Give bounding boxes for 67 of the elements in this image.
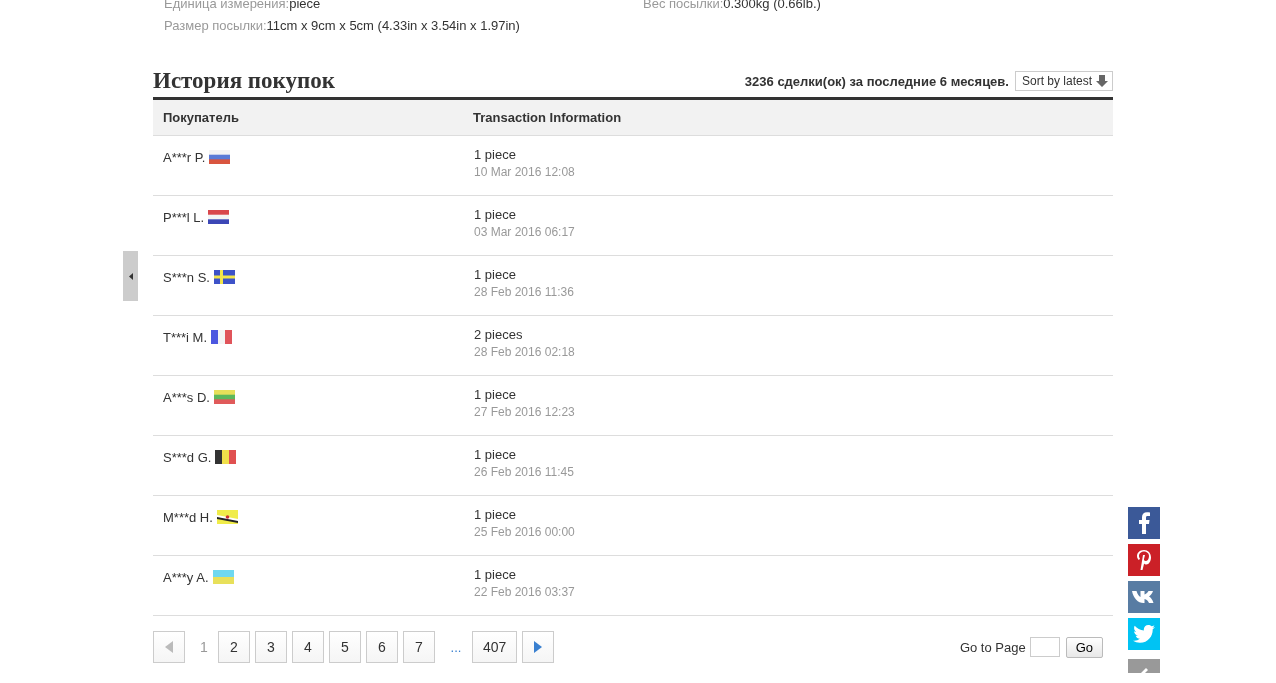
- page-button[interactable]: 3: [255, 631, 287, 663]
- quantity-text: 1 piece: [474, 387, 517, 402]
- edit-button[interactable]: [1128, 659, 1160, 673]
- date-text: 28 Feb 2016 11:36: [474, 285, 574, 299]
- go-to-page-label: Go to Page: [959, 639, 1026, 655]
- pencil-icon: [1139, 667, 1149, 673]
- right-arrow-icon: [534, 641, 543, 653]
- facebook-button[interactable]: [1128, 507, 1160, 539]
- date-text: 28 Feb 2016 02:18: [474, 345, 575, 359]
- page-button[interactable]: 5: [329, 631, 361, 663]
- flag-icon: [209, 150, 231, 164]
- buyer-name: M***d H.: [163, 510, 213, 525]
- buyer-name: P***l L.: [163, 210, 205, 225]
- transactions-summary: 3236 сделки(ок) за последние 6 месяцев.: [744, 73, 1009, 89]
- spec-value: 11cm x 9cm x 5cm (4.33in x 3.54in x 1.97in): [266, 18, 520, 33]
- vk-icon: [1132, 590, 1156, 604]
- column-header: Transaction Information: [473, 110, 622, 125]
- date-text: 25 Feb 2016 00:00: [474, 525, 575, 539]
- flag-icon: [216, 510, 238, 524]
- flag-icon: [213, 390, 235, 404]
- date-text: 27 Feb 2016 12:23: [474, 405, 575, 419]
- current-page: 1: [199, 639, 209, 655]
- flag-icon: [208, 210, 230, 224]
- date-text: 03 Mar 2016 06:17: [474, 225, 575, 239]
- date-text: 26 Feb 2016 11:45: [474, 465, 574, 479]
- column-header: Покупатель: [162, 110, 240, 125]
- page-button[interactable]: 7: [403, 631, 435, 663]
- facebook-icon: [1138, 512, 1150, 534]
- buyer-name: A***y A.: [163, 570, 209, 585]
- flag-icon: [211, 330, 233, 344]
- date-text: 10 Mar 2016 12:08: [474, 165, 575, 179]
- vk-button[interactable]: [1128, 581, 1160, 613]
- buyer-name: A***s D.: [163, 390, 210, 405]
- sort-button[interactable]: Sort by latest: [1014, 71, 1113, 91]
- page-button[interactable]: 2: [218, 631, 250, 663]
- ellipsis-text: ...: [449, 639, 463, 655]
- buyer-name: A***r P.: [163, 150, 206, 165]
- page-number-field[interactable]: [1029, 637, 1060, 657]
- flag-icon: [212, 570, 234, 584]
- page-button[interactable]: 4: [292, 631, 324, 663]
- flag-icon: [215, 450, 237, 464]
- quantity-text: 1 piece: [474, 207, 517, 222]
- spec-label: Размер посылки:: [164, 18, 267, 33]
- pinterest-icon: [1136, 549, 1152, 571]
- quantity-text: 1 piece: [474, 507, 517, 522]
- quantity-text: 1 piece: [474, 567, 517, 582]
- page-button[interactable]: 407: [472, 631, 518, 663]
- flag-icon: [214, 270, 235, 284]
- section-title: История покупок: [153, 69, 335, 93]
- next-page-button[interactable]: [522, 631, 555, 663]
- left-arrow-icon: [128, 272, 133, 280]
- date-text: 22 Feb 2016 03:37: [474, 585, 575, 599]
- quantity-text: 1 piece: [474, 147, 517, 162]
- quantity-text: 1 piece: [474, 267, 517, 282]
- quantity-text: 1 piece: [474, 447, 517, 462]
- bird-icon: [1133, 625, 1155, 643]
- quantity-text: 2 pieces: [474, 327, 524, 342]
- buyer-name: S***d G.: [163, 450, 212, 465]
- down-arrow-icon: [1096, 75, 1108, 87]
- left-arrow-icon: [165, 641, 173, 653]
- go-button[interactable]: Go: [1065, 636, 1103, 658]
- buyer-name: S***n S.: [163, 270, 210, 285]
- collapse-tab[interactable]: [123, 251, 138, 301]
- page-button[interactable]: 6: [366, 631, 398, 663]
- pinterest-button[interactable]: [1128, 544, 1160, 576]
- buyer-name: T***i M.: [163, 330, 208, 345]
- twitter-button[interactable]: [1128, 618, 1160, 650]
